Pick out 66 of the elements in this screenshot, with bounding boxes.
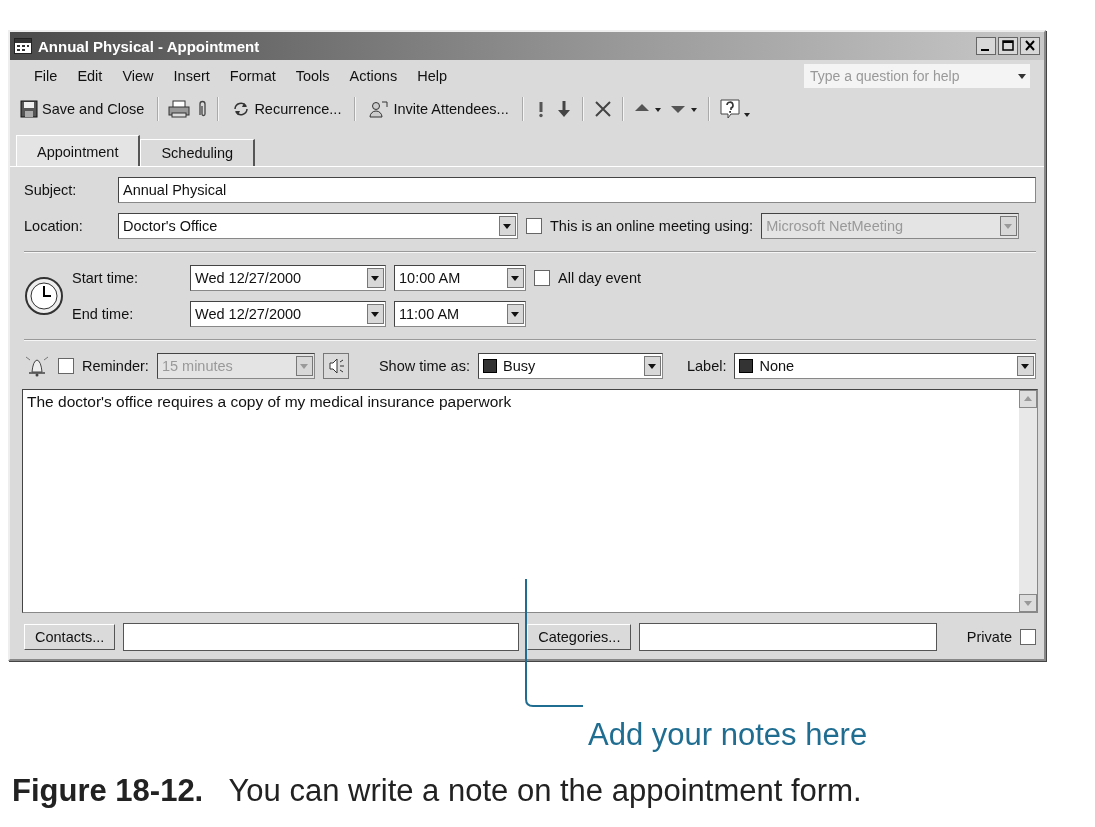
dropdown-button[interactable] bbox=[507, 268, 524, 288]
menu-item[interactable]: Help bbox=[407, 66, 457, 86]
dropdown-button[interactable] bbox=[507, 304, 524, 324]
color-swatch-icon bbox=[739, 359, 754, 373]
menu-item[interactable]: Edit bbox=[67, 66, 113, 86]
categories-field[interactable] bbox=[639, 623, 937, 651]
dropdown-button[interactable] bbox=[499, 216, 516, 236]
dropdown-button[interactable] bbox=[367, 268, 384, 288]
speaker-icon[interactable] bbox=[322, 353, 349, 379]
tab[interactable]: Scheduling bbox=[140, 139, 256, 166]
all-day-event-label: All day event bbox=[558, 270, 642, 286]
show-time-as-field[interactable]: Busy bbox=[477, 353, 663, 379]
categories-button[interactable]: Categories... bbox=[527, 624, 632, 650]
tab[interactable]: Appointment bbox=[16, 135, 141, 166]
private-label: Private bbox=[966, 629, 1012, 645]
save-and-close-button[interactable]: Save and Close bbox=[16, 98, 149, 120]
online-meeting-label: This is an online meeting using: bbox=[550, 218, 754, 234]
show-time-as-label: Show time as: bbox=[378, 358, 470, 374]
dropdown-button[interactable] bbox=[367, 304, 384, 324]
invite-attendees-button[interactable]: Invite Attendees... bbox=[365, 98, 513, 120]
scrollbar[interactable] bbox=[1019, 390, 1037, 612]
maximize-icon[interactable] bbox=[998, 37, 1018, 55]
end-time-label: End time: bbox=[72, 306, 135, 322]
checkbox[interactable] bbox=[534, 270, 550, 286]
contacts-button[interactable]: Contacts... bbox=[24, 624, 116, 650]
recurrence-icon bbox=[232, 100, 251, 118]
recurrence-button[interactable]: Recurrence... bbox=[228, 98, 346, 120]
close-icon[interactable] bbox=[1020, 37, 1040, 55]
date-field[interactable]: Wed 12/27/2000 bbox=[190, 265, 386, 291]
minimize-icon[interactable] bbox=[976, 37, 996, 55]
time-field[interactable]: 10:00 AM bbox=[394, 265, 526, 291]
delete-icon[interactable] bbox=[592, 99, 613, 119]
scroll-down-icon[interactable] bbox=[1019, 594, 1037, 612]
location-label: Location: bbox=[24, 218, 84, 234]
location-field[interactable]: Doctor's Office bbox=[118, 213, 518, 239]
print-icon[interactable] bbox=[168, 100, 191, 118]
date-field[interactable]: Wed 12/27/2000 bbox=[190, 301, 386, 327]
dropdown-button[interactable] bbox=[1017, 356, 1034, 376]
window-title: Annual Physical - Appointment bbox=[38, 37, 261, 55]
scroll-up-icon[interactable] bbox=[1019, 390, 1037, 408]
subject-label: Subject: bbox=[24, 182, 78, 198]
contacts-field[interactable] bbox=[123, 623, 520, 651]
notes-field[interactable]: The doctor's office requires a copy of my medical insurance paperwork bbox=[23, 390, 1019, 612]
menu-item[interactable]: Insert bbox=[163, 66, 220, 86]
menu-item[interactable]: View bbox=[112, 66, 164, 86]
color-swatch-icon bbox=[482, 359, 497, 373]
label-label: Label: bbox=[686, 358, 727, 374]
paperclip-icon[interactable] bbox=[196, 99, 209, 119]
menu-item[interactable]: Tools bbox=[285, 66, 340, 86]
help-icon[interactable] bbox=[718, 98, 753, 120]
figure-caption: Figure 18-12. You can write a note on the appointment form. bbox=[12, 773, 863, 809]
callout-text: Add your notes here bbox=[588, 717, 868, 753]
reminder-label: Reminder: bbox=[82, 358, 149, 374]
subject-field[interactable]: Annual Physical bbox=[118, 177, 1036, 203]
checkbox[interactable] bbox=[1020, 629, 1036, 645]
menu-item[interactable]: Format bbox=[219, 66, 286, 86]
start-time-label: Start time: bbox=[72, 270, 140, 286]
menu-item[interactable]: File bbox=[24, 66, 68, 86]
clock-icon bbox=[24, 276, 64, 316]
people-icon bbox=[369, 100, 390, 118]
time-field[interactable]: 11:00 AM bbox=[394, 301, 526, 327]
calendar-icon bbox=[14, 38, 32, 54]
dropdown-button[interactable] bbox=[643, 356, 661, 376]
checkbox[interactable] bbox=[526, 218, 542, 234]
label-field[interactable]: None bbox=[734, 353, 1036, 379]
menu-item[interactable]: Actions bbox=[339, 66, 408, 86]
